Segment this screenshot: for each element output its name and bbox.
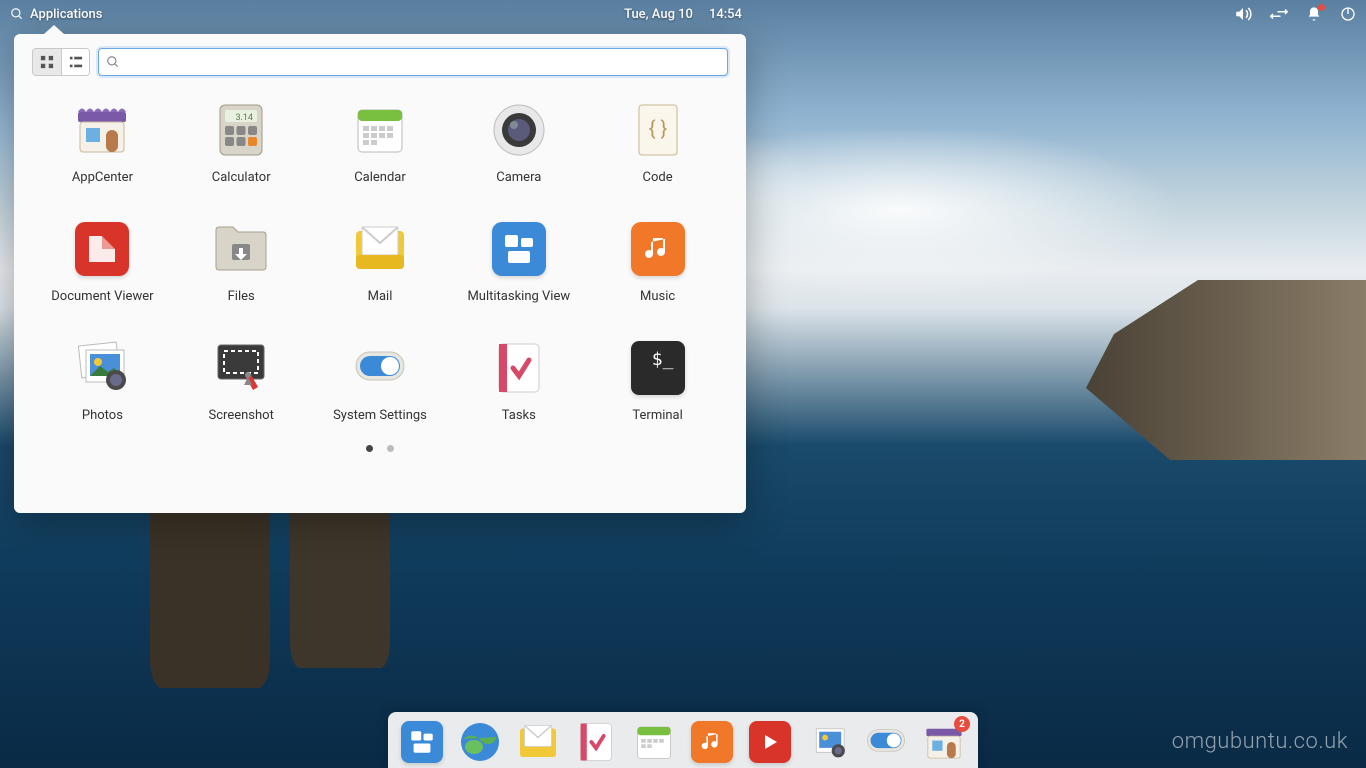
music-icon [626,217,690,281]
app-label: Document Viewer [51,289,153,304]
app-label: Code [643,170,673,185]
dock-settings[interactable] [862,718,910,766]
dock-calendar[interactable] [630,718,678,766]
app-label: Music [640,289,675,304]
document-viewer-icon [70,217,134,281]
app-files[interactable]: Files [177,213,306,308]
grid-icon [40,55,54,69]
category-view-button[interactable] [61,49,89,75]
search-icon [106,54,120,73]
appcenter-icon [70,98,134,162]
app-label: Terminal [632,408,682,423]
top-panel: Applications Tue, Aug 10 14:54 [0,0,1366,28]
app-calculator[interactable]: 3.14 Calculator [177,94,306,189]
notification-badge [1318,4,1325,11]
search-icon [10,7,24,21]
update-badge: 2 [954,716,970,732]
app-label: Photos [82,408,123,423]
app-label: Calendar [354,170,406,185]
app-multitasking-view[interactable]: Multitasking View [454,213,583,308]
app-terminal[interactable]: $_ Terminal [593,332,722,427]
app-label: Screenshot [209,408,274,423]
page-dot-1[interactable] [366,445,373,452]
app-screenshot[interactable]: Screenshot [177,332,306,427]
desktop: Applications Tue, Aug 10 14:54 [0,0,1366,768]
app-tasks[interactable]: Tasks [454,332,583,427]
multitasking-icon [401,721,443,763]
calculator-icon: 3.14 [209,98,273,162]
search-input[interactable] [98,48,728,76]
photos-icon [70,336,134,400]
app-system-settings[interactable]: System Settings [316,332,445,427]
app-calendar[interactable]: Calendar [316,94,445,189]
dock-photos[interactable] [804,718,852,766]
music-icon [691,721,733,763]
app-appcenter[interactable]: AppCenter [38,94,167,189]
panel-date[interactable]: Tue, Aug 10 [624,7,693,22]
applications-label: Applications [30,7,103,22]
app-label: Tasks [502,408,536,423]
dock-mail[interactable] [514,718,562,766]
photos-icon [806,721,850,763]
app-label: Mail [368,289,393,304]
dock-web[interactable] [456,718,504,766]
app-grid: AppCenter 3.14 Calculator Calendar Camer… [32,94,728,427]
applications-menu-button[interactable]: Applications [10,7,103,22]
dock-multitasking[interactable] [398,718,446,766]
app-label: System Settings [333,408,427,423]
app-label: AppCenter [72,170,133,185]
app-music[interactable]: Music [593,213,722,308]
app-label: Calculator [212,170,271,185]
app-camera[interactable]: Camera [454,94,583,189]
mail-icon [517,722,559,762]
dock-appcenter[interactable]: 2 [920,718,968,766]
screenshot-icon [209,336,273,400]
videos-icon [749,721,791,763]
power-icon[interactable] [1340,6,1356,22]
dock-music[interactable] [688,718,736,766]
camera-icon [487,98,551,162]
terminal-icon: $_ [626,336,690,400]
settings-icon [348,336,412,400]
svg-text:3.14: 3.14 [236,113,254,123]
dock-tasks[interactable] [572,718,620,766]
settings-icon [864,725,908,759]
app-code[interactable]: { } Code [593,94,722,189]
dock: 2 [388,712,978,768]
network-icon[interactable] [1270,7,1288,21]
code-icon: { } [626,98,690,162]
dock-videos[interactable] [746,718,794,766]
notifications-icon[interactable] [1306,6,1322,22]
list-icon [69,55,83,69]
view-mode-toggle [32,48,90,76]
globe-icon [459,721,501,763]
app-mail[interactable]: Mail [316,213,445,308]
calendar-icon [348,98,412,162]
app-document-viewer[interactable]: Document Viewer [38,213,167,308]
app-label: Multitasking View [467,289,570,304]
volume-icon[interactable] [1234,5,1252,23]
applications-launcher: AppCenter 3.14 Calculator Calendar Camer… [14,34,746,513]
watermark: omgubuntu.co.uk [1172,729,1348,754]
app-label: Camera [496,170,541,185]
app-label: Files [228,289,255,304]
mail-icon [348,217,412,281]
tasks-icon [487,336,551,400]
calendar-icon [633,721,675,763]
panel-time[interactable]: 14:54 [709,7,742,22]
files-icon [209,217,273,281]
grid-view-button[interactable] [33,49,61,75]
app-photos[interactable]: Photos [38,332,167,427]
svg-text:{ }: { } [648,116,667,140]
tasks-icon [576,720,616,764]
page-dot-2[interactable] [387,445,394,452]
page-indicator [32,445,728,452]
multitasking-icon [487,217,551,281]
